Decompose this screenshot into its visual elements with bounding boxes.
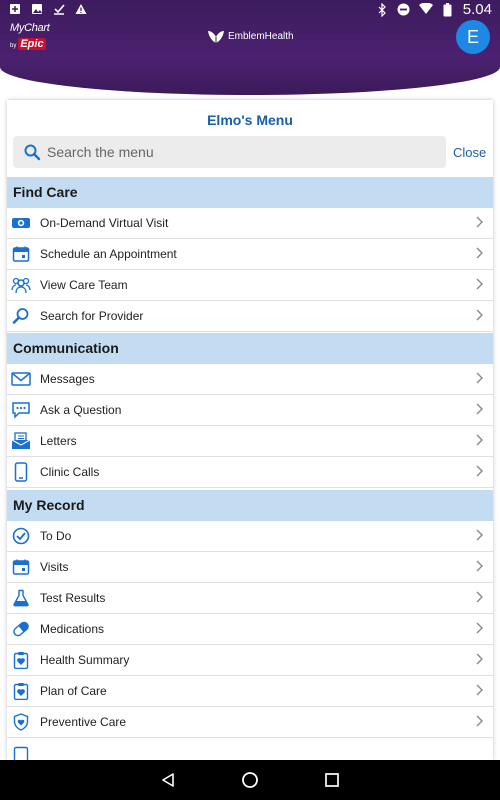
app-header: 5.04 MyChart by Epic EmblemHealth E xyxy=(0,0,500,95)
envelope-icon xyxy=(10,369,32,389)
menu-item-ask-a-question[interactable]: Ask a Question xyxy=(7,395,493,426)
menu-item-label: Ask a Question xyxy=(40,403,122,417)
chevron-right-icon xyxy=(475,308,487,324)
search-input[interactable] xyxy=(47,144,427,160)
section-communication: Communication xyxy=(7,333,493,364)
menu-item-preventive-care[interactable]: Preventive Care xyxy=(7,707,493,738)
status-bar: 5.04 xyxy=(0,0,500,20)
menu-item-label: Messages xyxy=(40,372,95,386)
chevron-right-icon xyxy=(475,402,487,418)
shield-heart-icon xyxy=(10,712,32,732)
status-time: 5.04 xyxy=(462,1,492,18)
menu-item-label: On-Demand Virtual Visit xyxy=(40,216,169,230)
chevron-right-icon xyxy=(475,246,487,262)
chevron-right-icon xyxy=(475,714,487,730)
chevron-right-icon xyxy=(475,371,487,387)
menu-item-medications[interactable]: Medications xyxy=(7,614,493,645)
emblem-leaf-icon xyxy=(208,31,224,43)
phone-icon xyxy=(10,462,32,482)
epic-logo-text: Epic xyxy=(18,38,46,50)
user-avatar-button[interactable]: E xyxy=(456,20,490,54)
chevron-right-icon xyxy=(475,652,487,668)
clipboard-heart-icon xyxy=(10,650,32,670)
chevron-right-icon xyxy=(475,277,487,293)
chat-bubble-icon xyxy=(10,400,32,420)
emblemhealth-logo: EmblemHealth xyxy=(207,28,294,44)
chevron-right-icon xyxy=(475,621,487,637)
calendar-icon xyxy=(10,244,32,264)
menu-panel: Elmo's Menu Close Find Care On-Demand Vi… xyxy=(7,100,493,760)
chevron-right-icon xyxy=(475,559,487,575)
close-button[interactable]: Close xyxy=(453,145,486,160)
clipboard-icon xyxy=(10,744,32,760)
menu-item-messages[interactable]: Messages xyxy=(7,364,493,395)
menu-item-label: Health Summary xyxy=(40,653,130,667)
search-icon xyxy=(17,136,47,168)
mychart-logo-by: by xyxy=(10,43,17,49)
back-icon[interactable] xyxy=(158,770,178,790)
chevron-right-icon xyxy=(475,433,487,449)
menu-item-test-results[interactable]: Test Results xyxy=(7,583,493,614)
menu-item-label: Visits xyxy=(40,560,69,574)
pill-icon xyxy=(10,619,32,639)
menu-item-clinic-calls[interactable]: Clinic Calls xyxy=(7,457,493,488)
check-notification-icon xyxy=(52,3,66,17)
warning-icon xyxy=(74,3,88,17)
menu-item-view-care-team[interactable]: View Care Team xyxy=(7,270,493,301)
battery-icon xyxy=(441,2,455,17)
menu-item-letters[interactable]: Letters xyxy=(7,426,493,457)
letter-icon xyxy=(10,431,32,451)
menu-item-label: To Do xyxy=(40,529,72,543)
menu-item-label: Letters xyxy=(40,434,77,448)
bluetooth-icon xyxy=(375,2,389,17)
chevron-right-icon xyxy=(475,215,487,231)
brand-name: EmblemHealth xyxy=(228,30,294,42)
menu-item-on-demand-virtual-visit[interactable]: On-Demand Virtual Visit xyxy=(7,208,493,239)
magnifier-icon xyxy=(10,306,32,326)
mychart-logo: MyChart by Epic xyxy=(10,22,60,50)
calendar-icon xyxy=(10,557,32,577)
menu-item-health-summary[interactable]: Health Summary xyxy=(7,645,493,676)
do-not-disturb-icon xyxy=(397,3,411,17)
home-icon[interactable] xyxy=(240,770,260,790)
chevron-right-icon xyxy=(475,590,487,606)
menu-item-label: Plan of Care xyxy=(40,684,107,698)
chevron-right-icon xyxy=(475,528,487,544)
mychart-logo-text: MyChart xyxy=(10,22,50,34)
recent-apps-icon[interactable] xyxy=(322,770,342,790)
section-my-record: My Record xyxy=(7,490,493,521)
clipboard-heart-icon xyxy=(10,681,32,701)
menu-item-label: View Care Team xyxy=(40,278,128,292)
menu-item-to-do[interactable]: To Do xyxy=(7,521,493,552)
menu-item-label: Search for Provider xyxy=(40,309,144,323)
chevron-right-icon xyxy=(475,464,487,480)
chevron-right-icon xyxy=(475,683,487,699)
menu-item-partially-hidden[interactable] xyxy=(7,738,493,760)
menu-title: Elmo's Menu xyxy=(207,112,293,128)
menu-item-plan-of-care[interactable]: Plan of Care xyxy=(7,676,493,707)
menu-item-label: Medications xyxy=(40,622,105,636)
menu-item-schedule-appointment[interactable]: Schedule an Appointment xyxy=(7,239,493,270)
search-box[interactable] xyxy=(13,136,446,168)
menu-item-label: Preventive Care xyxy=(40,715,127,729)
menu-item-label: Schedule an Appointment xyxy=(40,247,177,261)
image-notification-icon xyxy=(30,3,44,17)
wifi-icon xyxy=(418,1,433,17)
video-visit-icon xyxy=(10,213,32,233)
flask-icon xyxy=(10,588,32,608)
menu-item-search-for-provider[interactable]: Search for Provider xyxy=(7,301,493,332)
care-team-icon xyxy=(10,275,32,295)
menu-item-label: Test Results xyxy=(40,591,106,605)
section-find-care: Find Care xyxy=(7,177,493,208)
checkmark-icon xyxy=(10,526,32,546)
menu-item-label: Clinic Calls xyxy=(40,465,100,479)
notification-plus-icon xyxy=(8,3,22,17)
system-navigation-bar xyxy=(0,760,500,800)
menu-item-visits[interactable]: Visits xyxy=(7,552,493,583)
